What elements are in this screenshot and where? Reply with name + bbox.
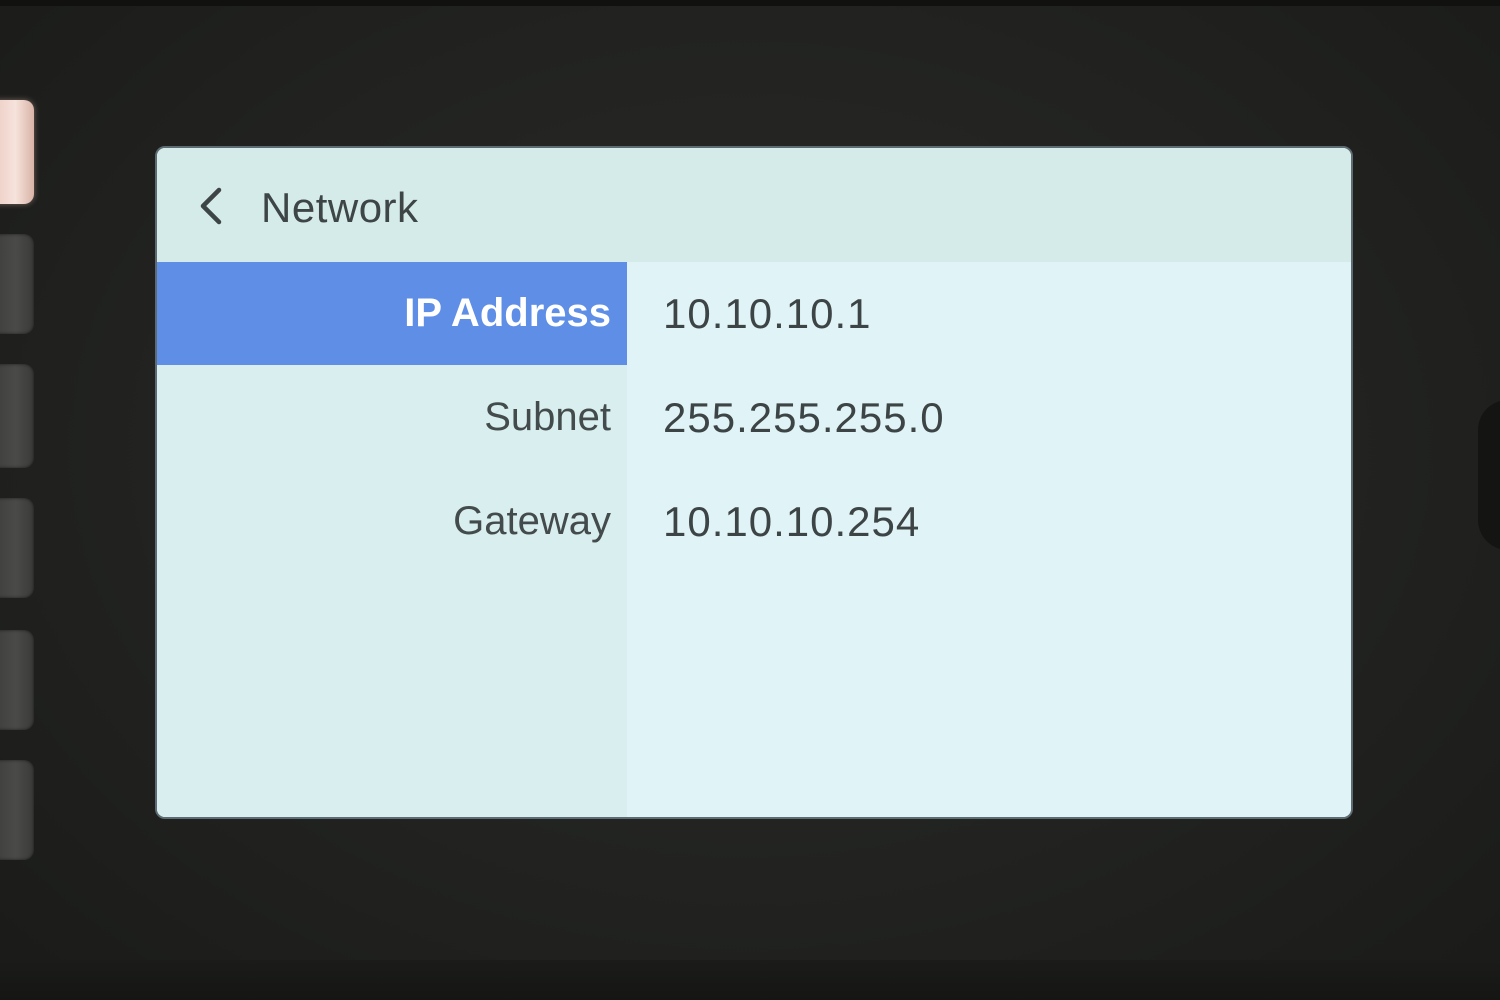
setting-value-subnet[interactable]: 255.255.255.0	[663, 366, 945, 469]
device-top-edge	[0, 0, 1500, 6]
rotary-knob[interactable]	[1478, 400, 1500, 550]
hardware-button-1[interactable]	[0, 100, 34, 204]
lcd-screen: Network IP Address 10.10.10.1 Subnet 255…	[155, 146, 1353, 819]
page-title: Network	[261, 184, 419, 231]
setting-label-gateway[interactable]: Gateway	[157, 470, 627, 573]
device-panel: Network IP Address 10.10.10.1 Subnet 255…	[0, 0, 1500, 1000]
hardware-button-3[interactable]	[0, 364, 34, 468]
hardware-button-4[interactable]	[0, 498, 34, 598]
setting-label-ip-address[interactable]: IP Address	[157, 262, 627, 365]
hardware-button-2[interactable]	[0, 234, 34, 334]
setting-label-subnet[interactable]: Subnet	[157, 366, 627, 469]
device-bottom-edge	[0, 960, 1500, 1000]
screen-header: Network	[157, 148, 1351, 262]
setting-value-gateway[interactable]: 10.10.10.254	[663, 470, 920, 573]
hardware-button-5[interactable]	[0, 630, 34, 730]
setting-value-ip-address[interactable]: 10.10.10.1	[663, 262, 872, 365]
hardware-button-6[interactable]	[0, 760, 34, 860]
chevron-left-icon[interactable]	[193, 186, 233, 226]
